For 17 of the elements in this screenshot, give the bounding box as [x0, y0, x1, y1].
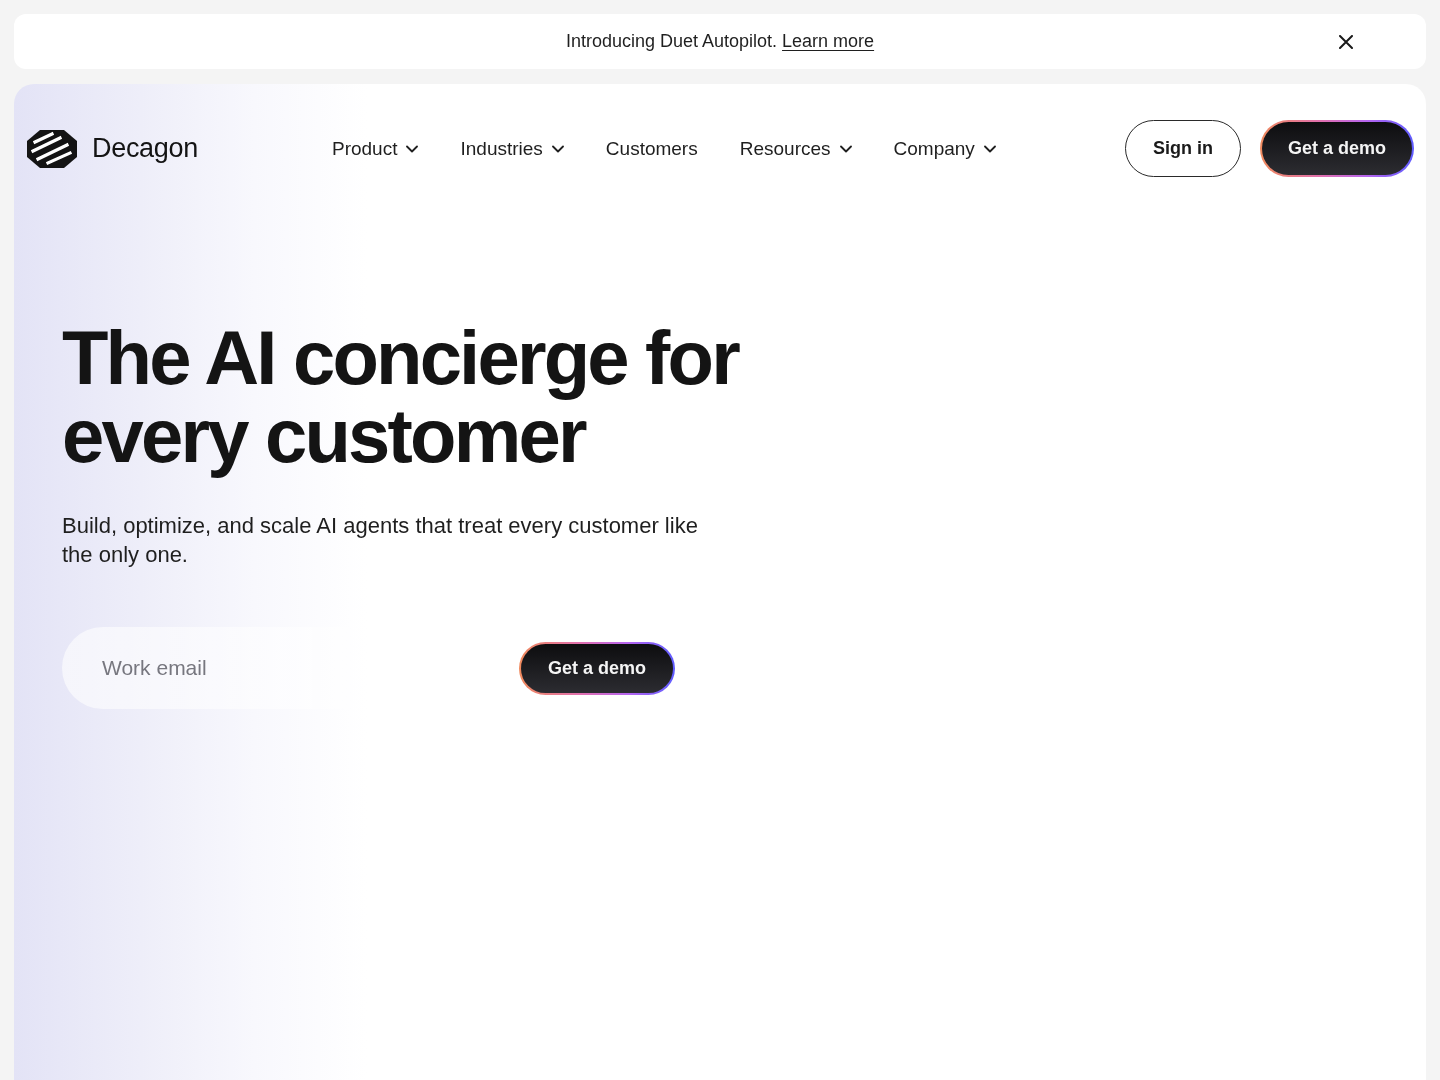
brand-name[interactable]: Decagon — [92, 133, 198, 164]
nav-link[interactable]: Customers — [605, 137, 698, 160]
chevron-down-icon — [983, 144, 996, 153]
hero-subtitle: Build, optimize, and scale AI agents that treat every customer like the only one. — [62, 512, 699, 569]
learn-more-link[interactable]: Learn more — [782, 31, 875, 51]
chevron-down-icon — [839, 144, 852, 153]
email-input[interactable]: Work email — [102, 648, 499, 688]
close-icon[interactable] — [1339, 34, 1353, 49]
nav-link[interactable]: Industries — [460, 137, 564, 160]
logo-icon[interactable] — [26, 128, 78, 169]
chevron-down-icon — [406, 144, 419, 153]
announcement-text: Introducing Duet Autopilot. Learn more — [565, 31, 875, 52]
nav-link[interactable]: Product — [332, 137, 419, 160]
chevron-down-icon — [551, 144, 564, 153]
nav-link[interactable]: Resources — [739, 137, 852, 160]
nav-link[interactable]: Company — [893, 137, 996, 160]
sign-in-button[interactable]: Sign in — [1124, 120, 1241, 177]
